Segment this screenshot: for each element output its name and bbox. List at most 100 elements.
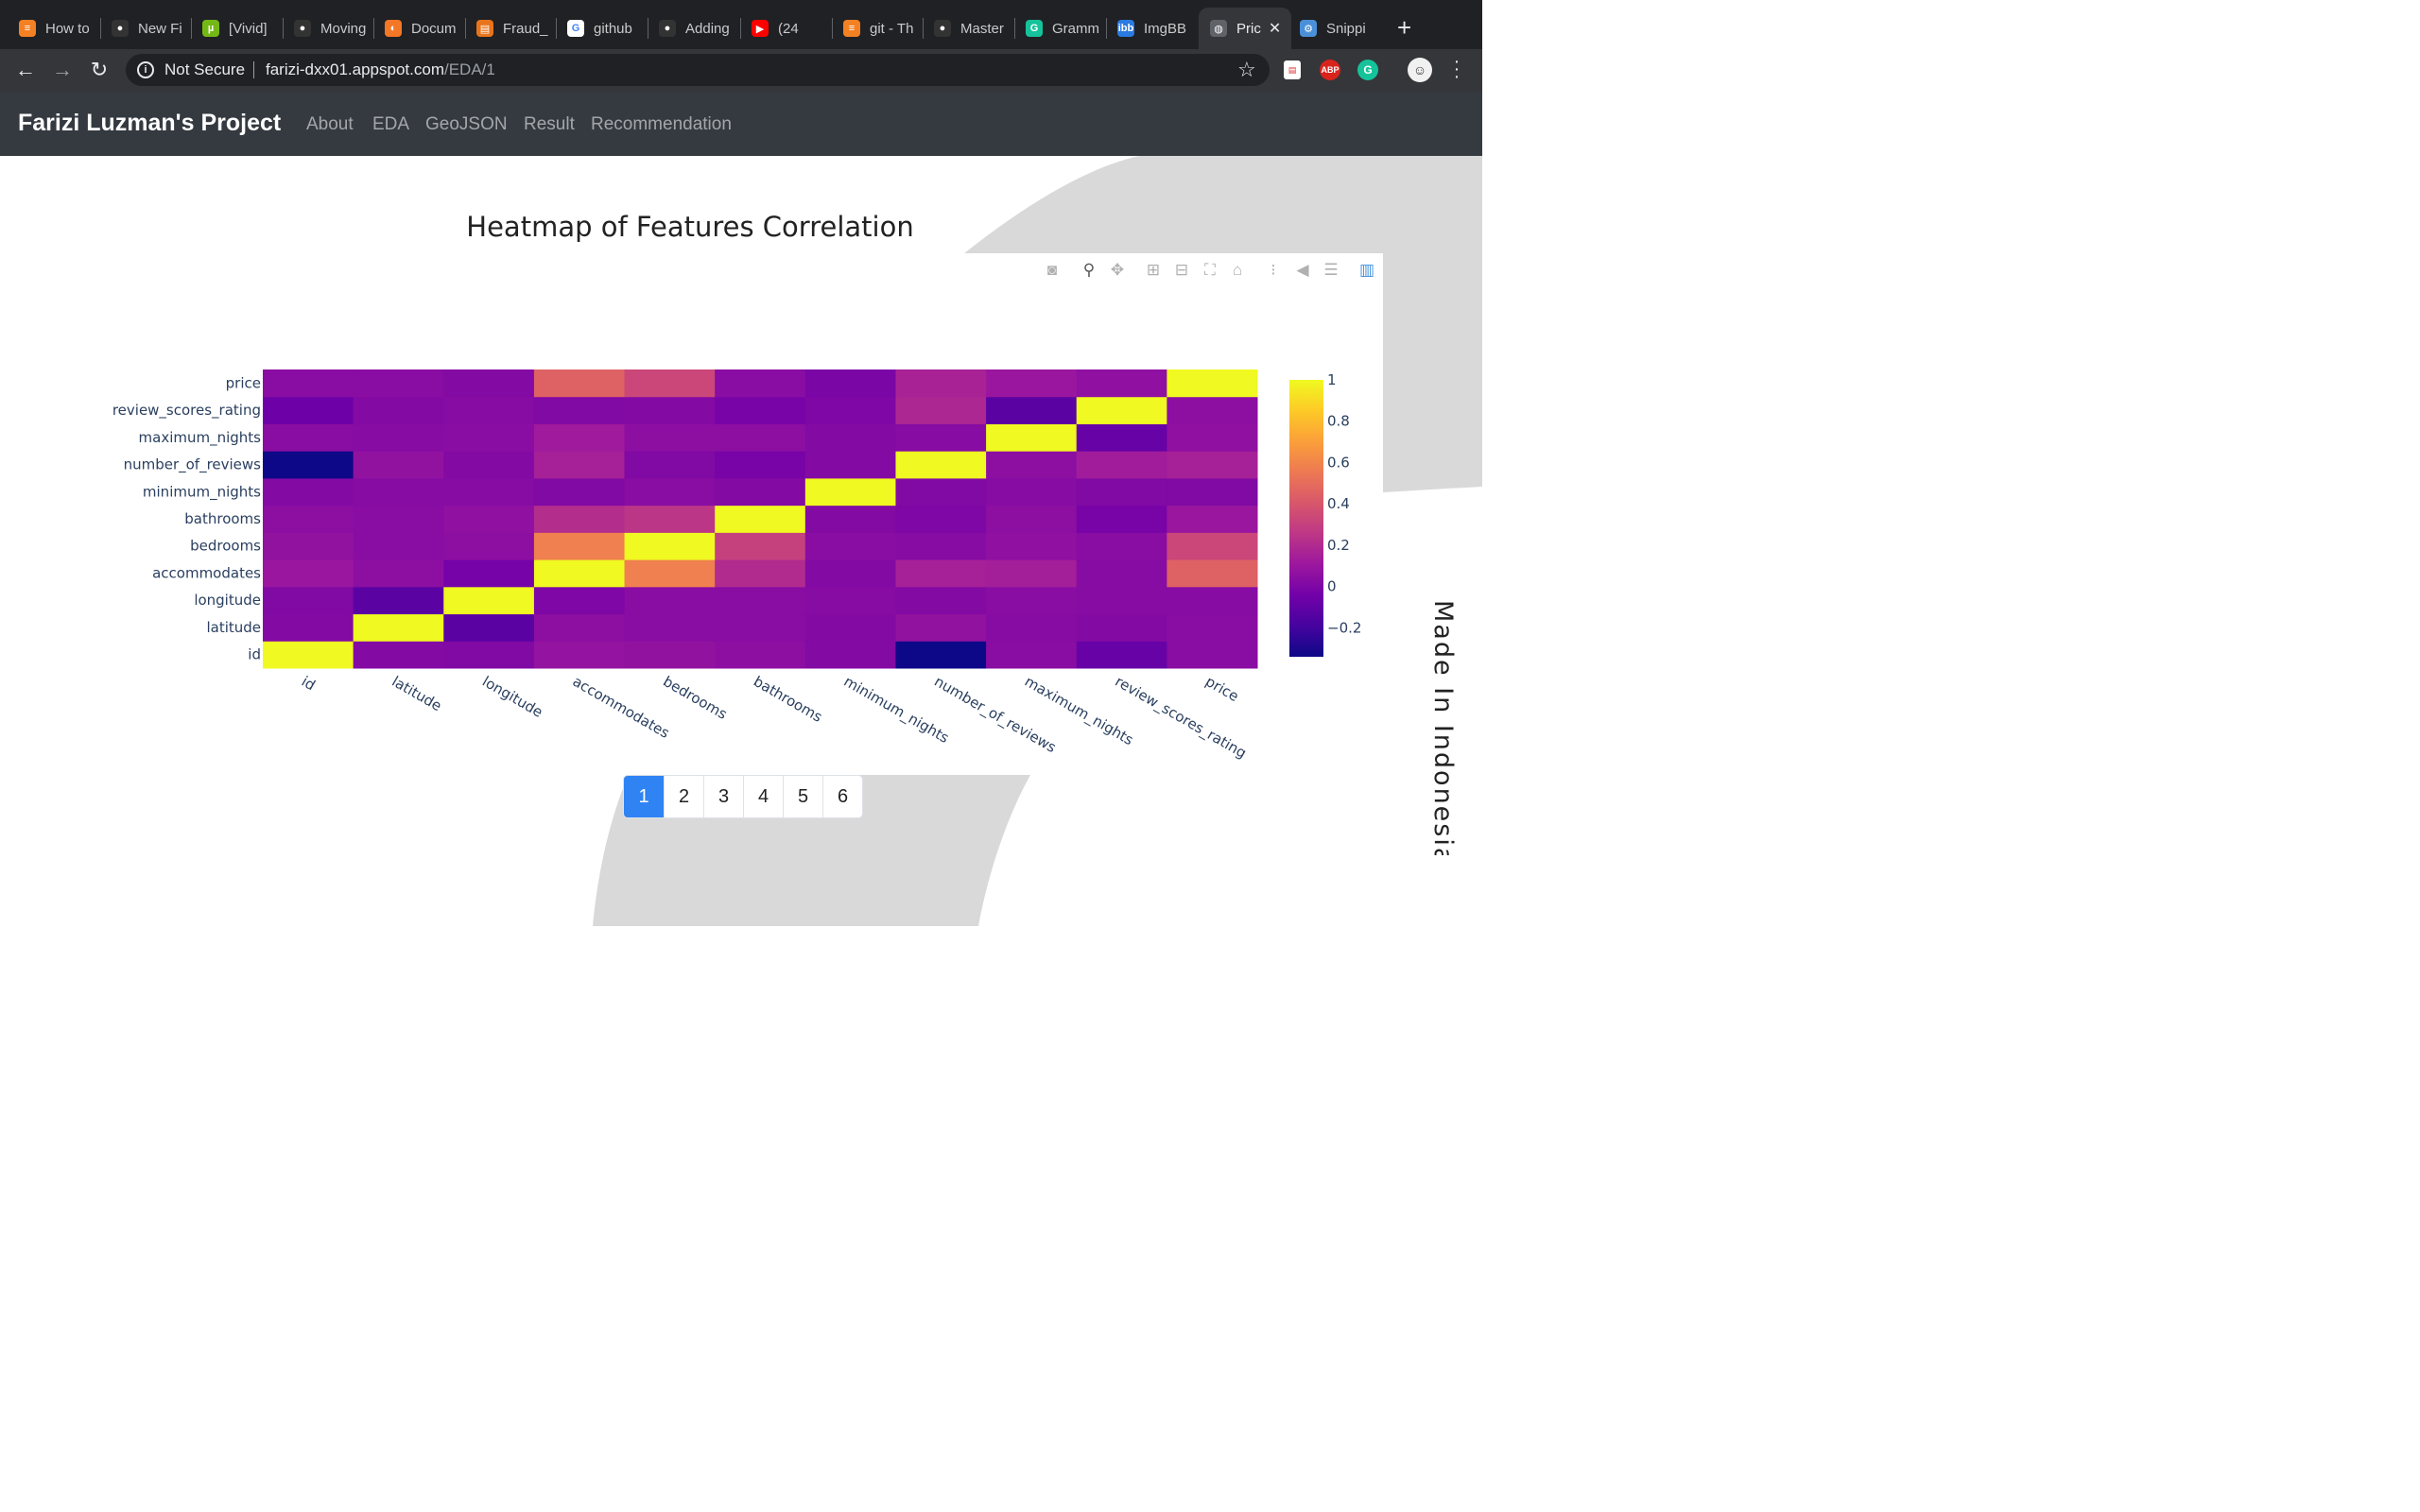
browser-tab-12[interactable]: ibb ImgBB (1117, 8, 1191, 49)
heatmap-cell[interactable] (715, 423, 806, 452)
heatmap-cell[interactable] (533, 369, 626, 398)
heatmap-cell[interactable] (1076, 477, 1167, 507)
heatmap-cell[interactable] (263, 532, 354, 560)
nav-link-result[interactable]: Result (524, 114, 575, 135)
heatmap-cell[interactable] (443, 396, 535, 424)
grammarly-icon[interactable]: G (1357, 60, 1378, 80)
security-label[interactable]: Not Secure (164, 60, 245, 79)
page-button-3[interactable]: 3 (703, 776, 743, 817)
heatmap-cell[interactable] (804, 532, 896, 560)
heatmap-cell[interactable] (443, 369, 535, 398)
heatmap-cell[interactable] (1167, 613, 1258, 642)
heatmap-cell[interactable] (533, 586, 626, 615)
heatmap-cell[interactable] (986, 586, 1078, 615)
heatmap-cell[interactable] (624, 396, 716, 424)
heatmap-cell[interactable] (986, 559, 1078, 588)
back-icon[interactable]: ← (13, 59, 38, 81)
heatmap-cell[interactable] (986, 423, 1078, 452)
new-tab-icon[interactable]: + (1397, 15, 1411, 40)
heatmap-cell[interactable] (353, 369, 444, 398)
heatmap-cell[interactable] (533, 559, 626, 588)
heatmap-cell[interactable] (1076, 369, 1167, 398)
page-button-2[interactable]: 2 (664, 776, 703, 817)
nav-link-about[interactable]: About (306, 114, 354, 135)
bookmark-star-icon[interactable]: ☆ (1237, 58, 1256, 82)
heatmap-cell[interactable] (986, 505, 1078, 533)
heatmap-cell[interactable] (263, 423, 354, 452)
heatmap-cell[interactable] (353, 396, 444, 424)
heatmap-cell[interactable] (263, 641, 354, 669)
heatmap-cell[interactable] (624, 477, 716, 507)
heatmap-cell[interactable] (1167, 586, 1258, 615)
heatmap-cell[interactable] (804, 505, 896, 533)
heatmap-cell[interactable] (533, 396, 626, 424)
page-button-4[interactable]: 4 (743, 776, 783, 817)
heatmap-cell[interactable] (1167, 559, 1258, 588)
heatmap-cell[interactable] (986, 369, 1078, 398)
heatmap-cell[interactable] (895, 477, 987, 507)
heatmap-cell[interactable] (263, 396, 354, 424)
heatmap-cell[interactable] (624, 451, 716, 479)
heatmap-cell[interactable] (715, 532, 806, 560)
heatmap-cell[interactable] (1167, 477, 1258, 507)
heatmap-cell[interactable] (263, 613, 354, 642)
heatmap-cell[interactable] (624, 423, 716, 452)
tab-close-icon[interactable]: ✕ (1269, 19, 1281, 38)
browser-tab-9[interactable]: ≡ git - Th (843, 8, 917, 49)
heatmap-cell[interactable] (895, 369, 987, 398)
heatmap-cell[interactable] (715, 396, 806, 424)
heatmap-cell[interactable] (895, 641, 987, 669)
heatmap-cell[interactable] (1076, 423, 1167, 452)
heatmap-cell[interactable] (353, 559, 444, 588)
info-icon[interactable]: i (137, 61, 154, 78)
heatmap-cell[interactable] (715, 451, 806, 479)
heatmap-cell[interactable] (263, 369, 354, 398)
heatmap-cell[interactable] (804, 451, 896, 479)
page-button-5[interactable]: 5 (783, 776, 822, 817)
heatmap-cell[interactable] (895, 532, 987, 560)
heatmap-cell[interactable] (895, 396, 987, 424)
heatmap-cell[interactable] (353, 423, 444, 452)
heatmap-cell[interactable] (443, 586, 535, 615)
heatmap-cell[interactable] (804, 586, 896, 615)
heatmap-cell[interactable] (533, 613, 626, 642)
profile-avatar[interactable]: ☺ (1408, 58, 1432, 82)
heatmap-cell[interactable] (353, 641, 444, 669)
page-button-1[interactable]: 1 (624, 776, 664, 817)
heatmap-cell[interactable] (443, 641, 535, 669)
heatmap-cell[interactable] (443, 532, 535, 560)
heatmap-cell[interactable] (804, 423, 896, 452)
heatmap-cell[interactable] (1167, 641, 1258, 669)
heatmap-cell[interactable] (263, 477, 354, 507)
heatmap-cell[interactable] (804, 559, 896, 588)
heatmap-cell[interactable] (1167, 423, 1258, 452)
heatmap-cell[interactable] (715, 613, 806, 642)
nav-link-eda[interactable]: EDA (372, 114, 409, 135)
heatmap-cell[interactable] (624, 369, 716, 398)
browser-menu-icon[interactable]: · · · (1449, 52, 1464, 86)
page-button-6[interactable]: 6 (822, 776, 862, 817)
browser-tab-5[interactable]: ▤ Fraud_ (476, 8, 550, 49)
heatmap-cell[interactable] (533, 423, 626, 452)
heatmap-cell[interactable] (1167, 369, 1258, 398)
heatmap-cell[interactable] (804, 477, 896, 507)
heatmap-cell[interactable] (443, 451, 535, 479)
heatmap-cell[interactable] (986, 451, 1078, 479)
heatmap-cell[interactable] (1076, 396, 1167, 424)
heatmap-cell[interactable] (624, 532, 716, 560)
heatmap-cell[interactable] (895, 505, 987, 533)
browser-tab-3[interactable]: ● Moving (294, 8, 368, 49)
heatmap-cell[interactable] (533, 477, 626, 507)
forward-icon[interactable]: → (50, 59, 75, 81)
heatmap-cell[interactable] (986, 641, 1078, 669)
heatmap-cell[interactable] (443, 613, 535, 642)
heatmap-cell[interactable] (443, 477, 535, 507)
heatmap-cell[interactable] (624, 559, 716, 588)
browser-tab-8[interactable]: ▶ (24 (752, 8, 825, 49)
heatmap-cell[interactable] (715, 369, 806, 398)
heatmap-cell[interactable] (1076, 641, 1167, 669)
heatmap-cell[interactable] (895, 559, 987, 588)
browser-tab-14[interactable]: ⚙ Snippi (1300, 8, 1374, 49)
heatmap-cell[interactable] (895, 451, 987, 479)
heatmap-cell[interactable] (1076, 451, 1167, 479)
